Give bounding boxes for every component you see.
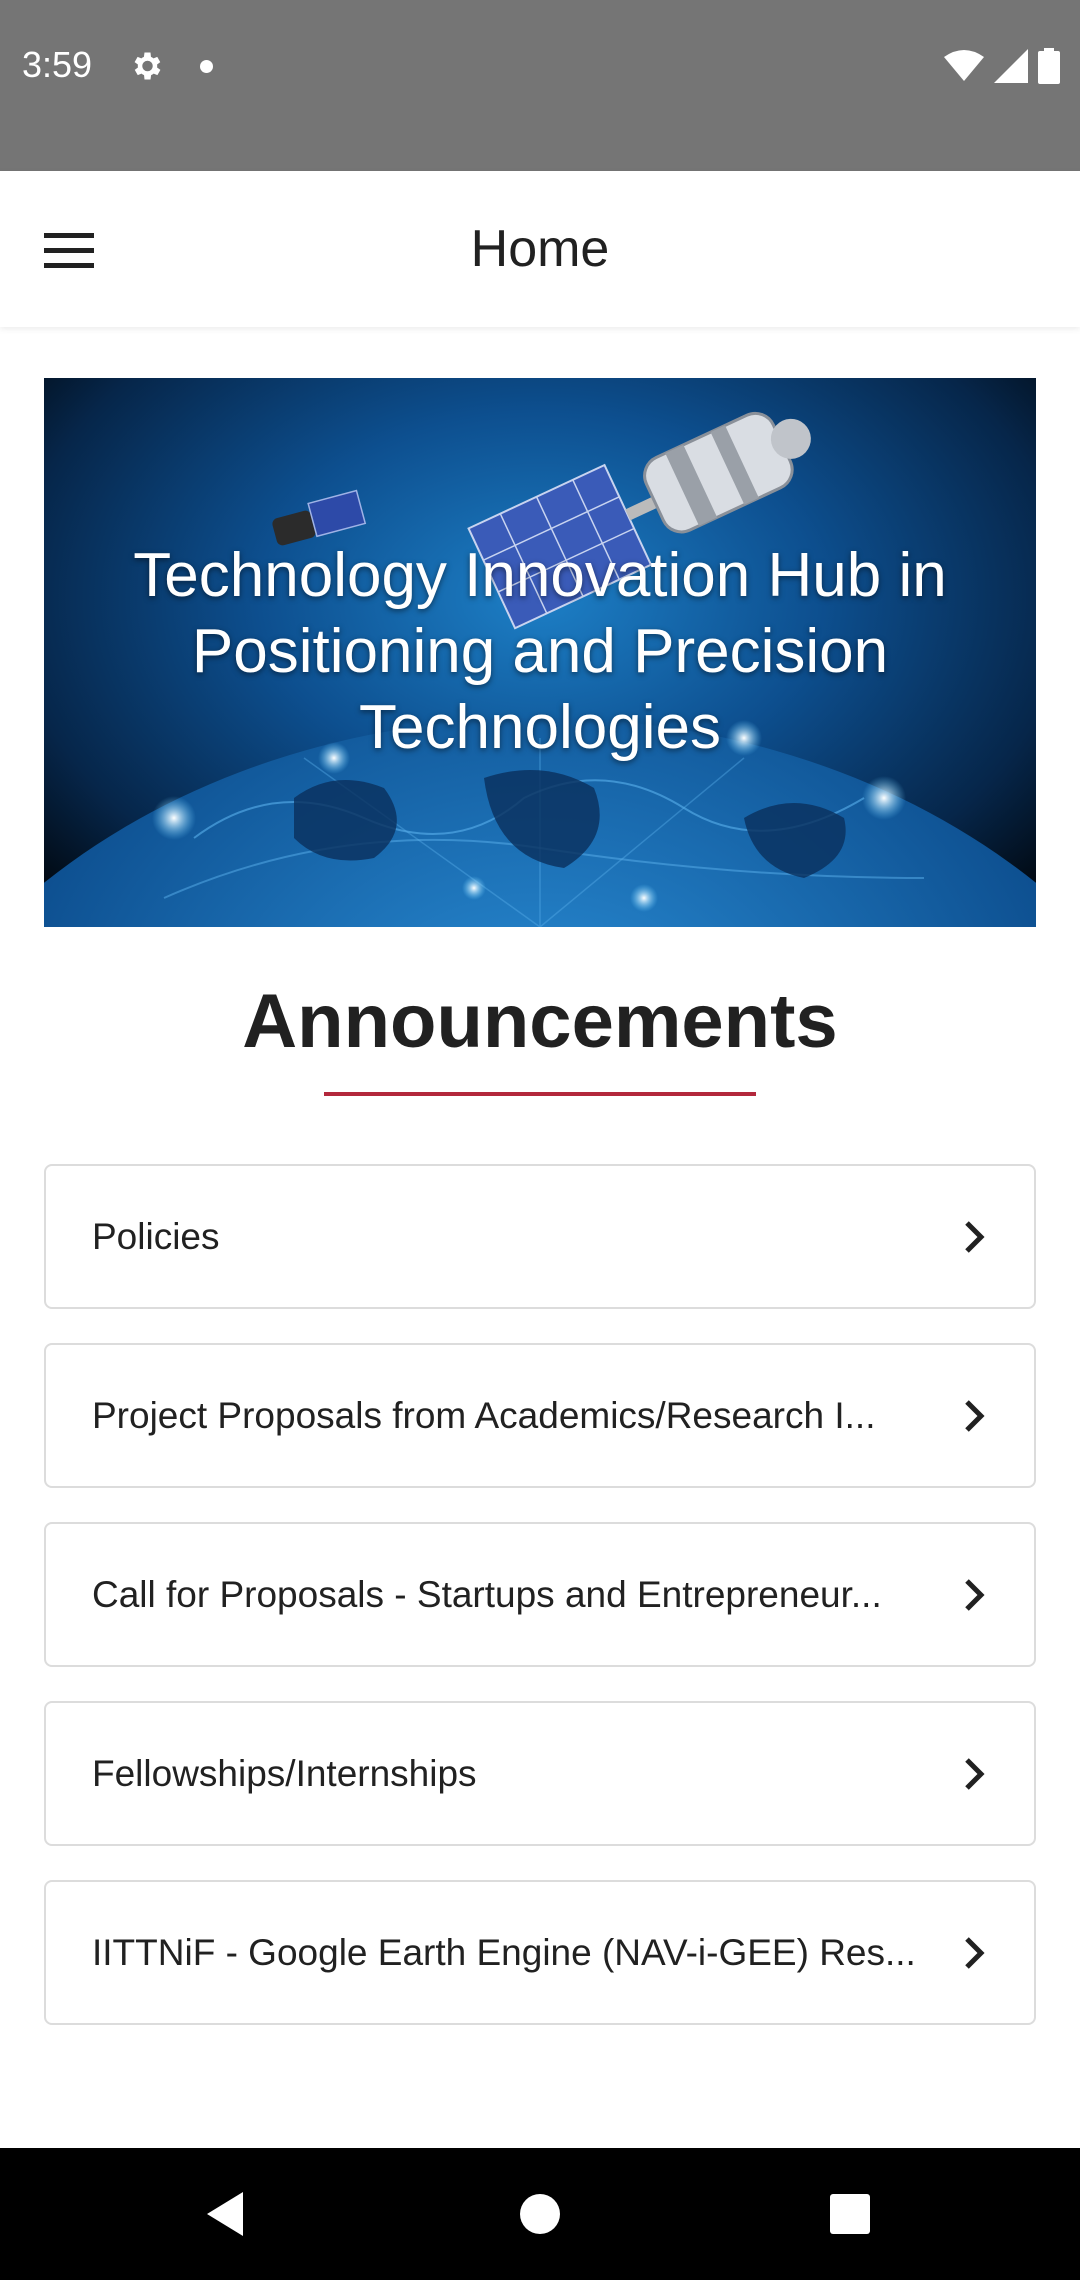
list-item-call-for-proposals[interactable]: Call for Proposals - Startups and Entrep… — [44, 1522, 1036, 1667]
recents-icon[interactable] — [814, 2178, 886, 2250]
list-item-google-earth-engine[interactable]: IITTNiF - Google Earth Engine (NAV-i-GEE… — [44, 1880, 1036, 2025]
app-bar: Home — [0, 171, 1080, 327]
list-item-policies[interactable]: Policies — [44, 1164, 1036, 1309]
list-item-label: Call for Proposals - Startups and Entrep… — [92, 1573, 882, 1615]
status-icons — [944, 48, 1060, 89]
list-item-label: Fellowships/Internships — [92, 1752, 477, 1794]
heading-underline — [324, 1092, 756, 1096]
notification-dot-icon — [200, 60, 213, 73]
wifi-icon — [944, 49, 984, 88]
list-item-label: Policies — [92, 1215, 220, 1257]
list-item-label: IITTNiF - Google Earth Engine (NAV-i-GEE… — [92, 1931, 916, 1973]
chevron-right-icon — [965, 1220, 985, 1253]
chevron-right-icon — [965, 1757, 985, 1790]
hero-banner: Technology Innovation Hub in Positioning… — [44, 378, 1036, 927]
status-time: 3:59 — [22, 44, 93, 85]
announcements-heading: Announcements — [242, 979, 838, 1064]
status-bar: 3:59 — [0, 0, 1080, 171]
chevron-right-icon — [965, 1936, 985, 1969]
list-item-project-proposals[interactable]: Project Proposals from Academics/Researc… — [44, 1343, 1036, 1488]
chevron-right-icon — [965, 1399, 985, 1432]
gear-icon — [128, 48, 164, 84]
back-icon[interactable] — [189, 2178, 261, 2250]
battery-icon — [1038, 48, 1060, 89]
list-item-label: Project Proposals from Academics/Researc… — [92, 1394, 876, 1436]
chevron-right-icon — [965, 1578, 985, 1611]
page-title: Home — [470, 220, 610, 278]
signal-icon — [994, 49, 1028, 88]
home-icon[interactable] — [504, 2178, 576, 2250]
system-nav-bar — [0, 2148, 1080, 2280]
list-item-fellowships[interactable]: Fellowships/Internships — [44, 1701, 1036, 1846]
banner-title: Technology Innovation Hub in Positioning… — [133, 541, 947, 762]
announcements-list: Policies Project Proposals from Academic… — [44, 1164, 1036, 2059]
